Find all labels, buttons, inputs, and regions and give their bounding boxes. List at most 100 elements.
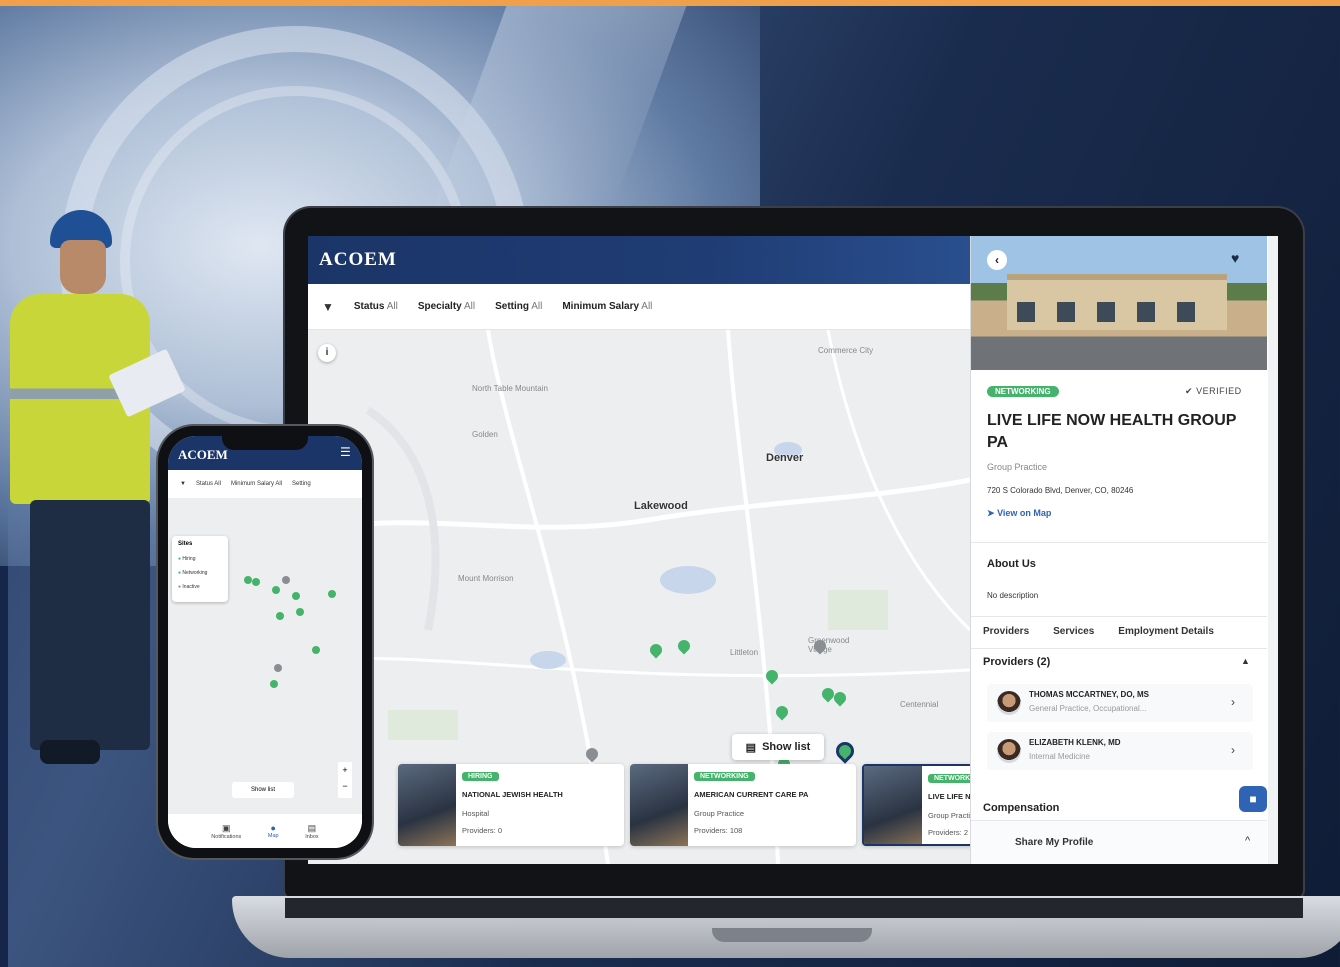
panel-scrollbar[interactable] (1268, 236, 1278, 864)
phone-map-pin[interactable] (272, 586, 280, 594)
divider (971, 542, 1267, 543)
phone-notch (222, 436, 308, 450)
phone-app-logo[interactable]: ACOEM (178, 447, 228, 463)
city-label-lakewood: Lakewood (634, 500, 688, 512)
nav-notifications[interactable]: ▣ Notifications (211, 823, 241, 840)
town-label-centennial: Centennial (900, 700, 939, 709)
zoom-in-icon: + (342, 765, 348, 775)
site-card-type: Hospital (462, 809, 490, 818)
provider-row[interactable]: ELIZABETH KLENK, MD Internal Medicine › (987, 732, 1253, 770)
phone-filter-bar: ▼ Status All Minimum Salary All Setting (168, 470, 362, 498)
inbox-icon: ▤ (307, 822, 317, 833)
laptop-screen: ACOEM ▼ Status All Specialty All Setting… (308, 236, 1278, 864)
site-card-providers: Providers: 0 (462, 826, 503, 835)
town-label-commerce-city: Commerce City (818, 346, 874, 355)
providers-heading[interactable]: Providers (2) (983, 656, 1050, 668)
provider-name: ELIZABETH KLENK, MD (1029, 738, 1121, 747)
share-profile-bar[interactable]: Share My Profile ^ (971, 820, 1267, 864)
nav-map[interactable]: ● Map (268, 823, 279, 839)
filter-minimum-salary[interactable]: Minimum Salary All (562, 301, 652, 312)
site-title: LIVE LIFE NOW HEALTH GROUP PA (987, 412, 1237, 451)
zoom-out-icon: − (342, 781, 348, 791)
list-icon: ▤ (745, 741, 757, 754)
site-detail-panel: ‹ ♥ NETWORKING ✔ VERIFIED LIVE LIFE NOW … (970, 236, 1278, 864)
site-card[interactable]: HIRING NATIONAL JEWISH HEALTH Hospital P… (398, 764, 624, 846)
legend-item-hiring: ● Hiring (178, 556, 196, 562)
phone-map-pin[interactable] (270, 680, 278, 688)
laptop-hinge (285, 898, 1303, 918)
phone-show-list-button[interactable]: Show list (232, 782, 294, 798)
town-label-north-table: North Table Mountain (472, 384, 548, 393)
phone-filter-setting[interactable]: Setting (292, 481, 311, 487)
back-button[interactable]: ‹ (987, 250, 1007, 270)
worker-figure (10, 210, 186, 770)
building-illustration (1007, 274, 1227, 330)
phone-filter-salary[interactable]: Minimum Salary All (231, 481, 282, 487)
site-card-photo (398, 764, 456, 846)
phone-map-pin[interactable] (296, 608, 304, 616)
provider-specialty: Internal Medicine (1029, 752, 1090, 761)
filter-specialty[interactable]: Specialty All (418, 301, 475, 312)
phone-map-pin[interactable] (292, 592, 300, 600)
site-card-type: Group Practice (694, 809, 745, 818)
filter-icon[interactable]: ▼ (180, 481, 186, 487)
phone-bottom-nav: ▣ Notifications ● Map ▤ Inbox (168, 814, 362, 848)
phone-filter-status[interactable]: Status All (196, 481, 221, 487)
site-card-name: NATIONAL JEWISH HEALTH (462, 790, 563, 799)
site-cards-row: HIRING NATIONAL JEWISH HEALTH Hospital P… (308, 764, 1088, 846)
provider-name: THOMAS MCCARTNEY, DO, MS (1029, 690, 1149, 699)
worker-face (60, 240, 106, 294)
phone-map-pin[interactable] (328, 590, 336, 598)
show-list-button[interactable]: ▤ Show list (732, 734, 824, 760)
tab-employment-details[interactable]: Employment Details (1118, 626, 1214, 637)
filter-status[interactable]: Status All (354, 301, 398, 312)
phone-map-pin[interactable] (274, 664, 282, 672)
filter-setting[interactable]: Setting All (495, 301, 542, 312)
phone-map-pin[interactable] (244, 576, 252, 584)
town-label-mount-morrison: Mount Morrison (458, 574, 514, 583)
site-photo (971, 236, 1267, 370)
sites-legend: Sites ● Hiring ● Networking ● Inactive (172, 536, 228, 602)
phone-map-pin[interactable] (252, 578, 260, 586)
chevron-right-icon: › (1231, 695, 1235, 709)
site-card-photo (630, 764, 688, 846)
compensation-heading[interactable]: Compensation (983, 802, 1059, 814)
about-text: No description (987, 591, 1039, 600)
chevron-up-icon[interactable]: ^ (1245, 835, 1250, 847)
filter-icon[interactable]: ▼ (322, 300, 334, 314)
app-logo[interactable]: ACOEM (319, 249, 397, 271)
town-label-littleton: Littleton (730, 648, 759, 657)
share-profile-label: Share My Profile (1015, 837, 1094, 848)
legend-item-networking: ● Networking (178, 570, 208, 576)
bell-icon: ▣ (222, 822, 231, 833)
laptop-notch (712, 928, 872, 942)
site-card[interactable]: NETWORKING AMERICAN CURRENT CARE PA Grou… (630, 764, 856, 846)
nav-inbox[interactable]: ▤ Inbox (305, 823, 318, 840)
tab-services[interactable]: Services (1053, 626, 1094, 637)
view-on-map-link[interactable]: ➤ View on Map (987, 508, 1051, 519)
chevron-up-icon[interactable]: ▲ (1241, 656, 1250, 666)
app-header: ACOEM (308, 236, 970, 284)
favorite-heart-icon[interactable]: ♥ (1231, 250, 1239, 266)
avatar (997, 691, 1021, 715)
divider (971, 616, 1267, 617)
legend-heading: Sites (178, 541, 193, 547)
site-card-photo (864, 766, 922, 844)
phone-screen: ACOEM ☰ ▼ Status All Minimum Salary All … (168, 436, 362, 848)
site-card-tag: HIRING (462, 772, 499, 781)
phone-map-pin[interactable] (312, 646, 320, 654)
phone-map-pin[interactable] (282, 576, 290, 584)
city-label-denver: Denver (766, 452, 804, 464)
compass-icon: ➤ (987, 508, 995, 518)
map-info-icon[interactable]: i (318, 344, 336, 362)
tab-providers[interactable]: Providers (983, 626, 1029, 637)
zoom-control[interactable]: + − (338, 762, 352, 798)
site-card-providers: Providers: 2 (928, 828, 969, 837)
hamburger-menu-icon[interactable]: ☰ (340, 445, 351, 459)
chat-icon[interactable]: ■ (1239, 786, 1267, 812)
avatar (997, 739, 1021, 763)
provider-row[interactable]: THOMAS MCCARTNEY, DO, MS General Practic… (987, 684, 1253, 722)
site-address: 720 S Colorado Blvd, Denver, CO, 80246 (987, 486, 1134, 495)
about-heading: About Us (987, 558, 1036, 570)
phone-map-pin[interactable] (276, 612, 284, 620)
